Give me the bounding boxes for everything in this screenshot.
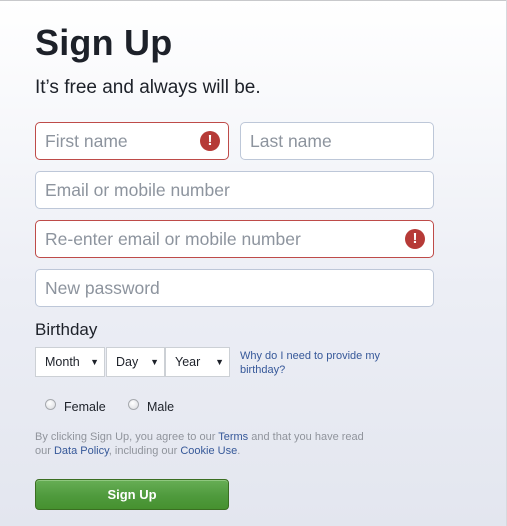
email-field — [35, 171, 434, 209]
female-label[interactable]: Female — [64, 400, 106, 414]
terms-link[interactable]: Terms — [218, 431, 248, 443]
email-input[interactable] — [36, 172, 433, 208]
why-birthday-link[interactable]: Why do I need to provide my birthday? — [240, 349, 420, 377]
year-select-value: Year — [175, 355, 201, 369]
terms-notice: By clicking Sign Up, you agree to our Te… — [35, 430, 365, 458]
gender-male-option[interactable]: Male — [128, 394, 174, 414]
page-title: Sign Up — [35, 22, 173, 63]
terms-text: . — [237, 445, 241, 457]
page-subtitle: It’s free and always will be. — [35, 77, 261, 98]
chevron-down-icon: ▼ — [150, 357, 159, 367]
terms-text: , including our — [108, 445, 181, 457]
gender-female-option[interactable]: Female — [45, 394, 106, 414]
female-radio[interactable] — [45, 398, 56, 410]
birthday-year-select[interactable]: Year ▼ — [165, 347, 230, 377]
male-radio[interactable] — [128, 398, 139, 410]
last-name-field — [240, 122, 434, 160]
last-name-input[interactable] — [241, 123, 433, 159]
top-border — [0, 0, 507, 1]
reenter-email-field: ! — [35, 220, 434, 258]
birthday-label: Birthday — [35, 320, 98, 339]
chevron-down-icon: ▼ — [215, 357, 224, 367]
new-password-input[interactable] — [36, 270, 433, 306]
sign-up-button[interactable]: Sign Up — [35, 479, 229, 510]
day-select-value: Day — [116, 355, 139, 369]
first-name-field: ! — [35, 122, 229, 160]
male-label[interactable]: Male — [147, 400, 174, 414]
error-icon: ! — [200, 131, 220, 151]
terms-text: By clicking Sign Up, you agree to our — [35, 431, 219, 443]
month-select-value: Month — [45, 355, 80, 369]
cookie-use-link[interactable]: Cookie Use — [180, 445, 237, 457]
birthday-day-select[interactable]: Day ▼ — [106, 347, 165, 377]
data-policy-link[interactable]: Data Policy — [54, 445, 109, 457]
password-field — [35, 269, 434, 307]
birthday-month-select[interactable]: Month ▼ — [35, 347, 105, 377]
error-icon: ! — [405, 229, 425, 249]
reenter-email-input[interactable] — [36, 221, 433, 257]
chevron-down-icon: ▼ — [90, 357, 99, 367]
